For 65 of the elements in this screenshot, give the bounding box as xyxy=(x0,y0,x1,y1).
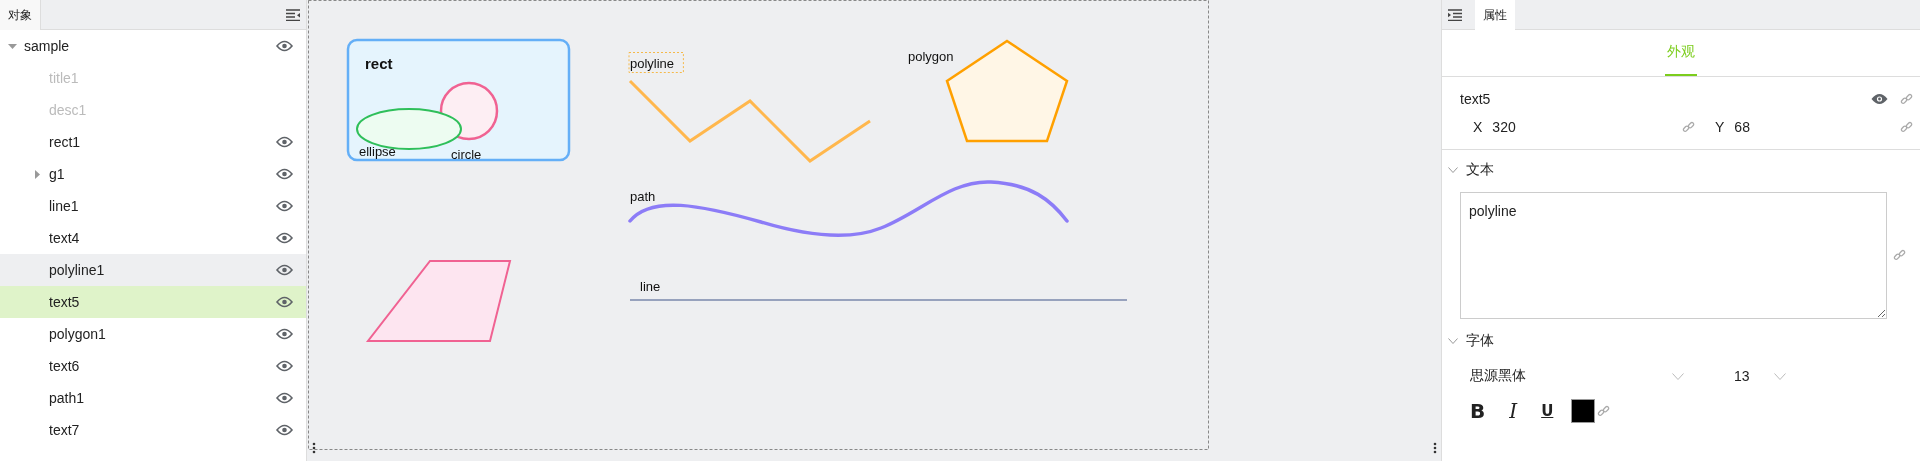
color-swatch[interactable] xyxy=(1571,399,1596,423)
eye-icon[interactable] xyxy=(276,264,293,276)
properties-tab[interactable]: 属性 xyxy=(1475,0,1515,30)
tree-row[interactable]: polygon1 xyxy=(0,318,306,350)
eye-icon[interactable] xyxy=(276,136,293,148)
eye-icon[interactable] xyxy=(276,328,293,340)
y-field[interactable]: 68 xyxy=(1734,119,1890,135)
shape-label: line xyxy=(640,279,661,294)
eye-icon[interactable] xyxy=(276,296,293,308)
italic-button[interactable]: I xyxy=(1507,399,1520,423)
shape-label: ellipse xyxy=(359,144,396,159)
tree-label: line1 xyxy=(49,198,80,214)
menu-icon[interactable] xyxy=(286,8,300,21)
tree-label: g1 xyxy=(49,166,66,182)
eye-icon[interactable] xyxy=(276,360,293,372)
tree-label: rect1 xyxy=(49,134,82,150)
caret-down-icon[interactable] xyxy=(8,41,17,51)
eye-icon[interactable] xyxy=(276,40,293,52)
eye-icon[interactable] xyxy=(276,392,293,404)
y-label: Y xyxy=(1715,119,1725,135)
shape-label: path xyxy=(630,189,656,204)
tree-row[interactable]: sample xyxy=(0,30,306,62)
eye-icon[interactable] xyxy=(276,424,293,436)
tree-label: polygon1 xyxy=(49,326,107,342)
tree-label: text4 xyxy=(49,230,81,246)
tree-row[interactable]: text5 xyxy=(0,286,306,318)
tree-row[interactable]: line1 xyxy=(0,190,306,222)
tree-label: polyline1 xyxy=(49,262,106,278)
bold-button[interactable]: B xyxy=(1468,399,1488,423)
eye-icon[interactable] xyxy=(1871,93,1888,105)
section-title: 文本 xyxy=(1466,161,1494,179)
tree-label: path1 xyxy=(49,390,86,406)
tree-label: desc1 xyxy=(49,102,88,118)
eye-icon[interactable] xyxy=(276,232,293,244)
text-field[interactable]: polyline xyxy=(1460,192,1887,319)
tree-row[interactable]: text6 xyxy=(0,350,306,382)
eye-icon[interactable] xyxy=(276,168,293,180)
more-icon[interactable] xyxy=(1433,442,1437,454)
section-title: 字体 xyxy=(1466,332,1494,350)
x-label: X xyxy=(1473,119,1483,135)
tree-label: sample xyxy=(24,38,71,54)
objects-tab[interactable]: 对象 xyxy=(0,0,41,30)
shape-label: polyline xyxy=(630,56,675,71)
caret-right-icon[interactable] xyxy=(33,169,42,179)
tree-label: text7 xyxy=(49,422,81,438)
tree-label: title1 xyxy=(49,70,80,86)
tree-row[interactable]: text7 xyxy=(0,414,306,446)
font-size-select[interactable]: 13 xyxy=(1704,367,1786,385)
eye-icon[interactable] xyxy=(276,200,293,212)
more-icon[interactable] xyxy=(312,442,316,454)
tree-row[interactable]: text4 xyxy=(0,222,306,254)
tree-label: text6 xyxy=(49,358,81,374)
tree-row[interactable]: polyline1 xyxy=(0,254,306,286)
object-name: text5 xyxy=(1460,91,1491,107)
shape-label: circle xyxy=(451,147,482,162)
tree-label: text5 xyxy=(49,294,81,310)
outline-toggle-icon[interactable] xyxy=(1448,8,1462,21)
underline-button[interactable]: U xyxy=(1539,402,1556,420)
tree-row[interactable]: path1 xyxy=(0,382,306,414)
font-family-select[interactable]: 思源黑体 xyxy=(1470,367,1684,385)
tree-row[interactable]: g1 xyxy=(0,158,306,190)
shape-label: rect xyxy=(365,55,393,72)
x-field[interactable]: 320 xyxy=(1492,119,1672,135)
tree-row[interactable]: rect1 xyxy=(0,126,306,158)
shape-label: polygon xyxy=(908,49,954,64)
